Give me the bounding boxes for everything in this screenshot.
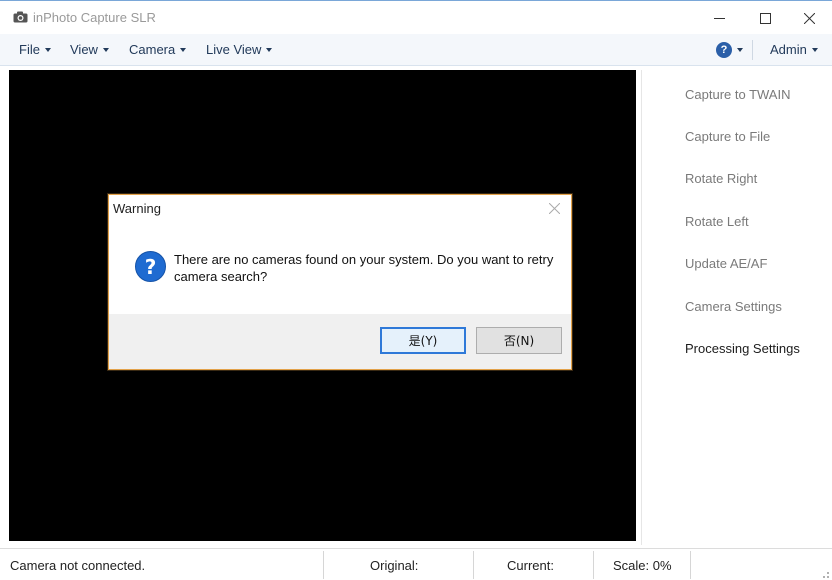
menu-admin-label: Admin (770, 42, 807, 57)
rotate-left-link[interactable]: Rotate Left (685, 214, 749, 229)
no-button[interactable]: 否(N) (476, 327, 562, 354)
chevron-down-icon (180, 47, 187, 52)
menu-camera-label: Camera (129, 42, 176, 57)
menu-view-label: View (70, 42, 98, 57)
title-bar: inPhoto Capture SLR (0, 0, 832, 34)
capture-to-twain-link[interactable]: Capture to TWAIN (685, 87, 790, 102)
chevron-down-icon (44, 47, 51, 52)
status-current: Current: (507, 557, 554, 573)
close-button[interactable] (786, 1, 832, 35)
camera-icon (13, 11, 28, 23)
menu-admin[interactable]: Admin (770, 42, 818, 57)
menu-live-view[interactable]: Live View (206, 42, 273, 57)
menu-live-view-label: Live View (206, 42, 262, 57)
menu-file-label: File (19, 42, 40, 57)
chevron-down-icon (811, 47, 818, 52)
dialog-title: Warning (113, 201, 161, 216)
close-icon (803, 12, 815, 24)
panel-divider (641, 70, 642, 545)
menu-divider (752, 40, 753, 60)
status-original: Original: (370, 557, 419, 573)
status-divider (593, 551, 594, 579)
status-divider (690, 551, 691, 579)
camera-settings-link[interactable]: Camera Settings (685, 299, 782, 314)
status-connection: Camera not connected. (10, 557, 146, 573)
rotate-right-link[interactable]: Rotate Right (685, 171, 757, 186)
chevron-down-icon (266, 47, 273, 52)
chevron-down-icon (102, 47, 109, 52)
warning-dialog: Warning ? There are no cameras found on … (108, 194, 572, 370)
update-ae-af-link[interactable]: Update AE/AF (685, 256, 767, 271)
window-title: inPhoto Capture SLR (33, 10, 156, 25)
yes-button[interactable]: 是(Y) (380, 327, 466, 354)
resize-grip-icon[interactable] (818, 567, 830, 579)
question-icon: ? (135, 251, 166, 282)
menu-camera[interactable]: Camera (129, 42, 187, 57)
question-circle-icon: ? (716, 42, 732, 58)
status-bar: Camera not connected. Original: Current:… (0, 548, 832, 580)
maximize-icon (759, 12, 771, 24)
dialog-message: There are no cameras found on your syste… (174, 252, 554, 284)
menu-file[interactable]: File (19, 42, 51, 57)
chevron-down-icon (737, 48, 743, 52)
close-icon (548, 202, 560, 214)
status-divider (323, 551, 324, 579)
status-scale: Scale: 0% (613, 557, 672, 573)
minimize-icon (713, 17, 725, 19)
dialog-close-button[interactable] (545, 199, 563, 217)
maximize-button[interactable] (742, 1, 788, 35)
capture-to-file-link[interactable]: Capture to File (685, 129, 770, 144)
menu-view[interactable]: View (70, 42, 109, 57)
status-divider (473, 551, 474, 579)
menu-bar: File View Camera Live View ? Admin (0, 34, 832, 66)
processing-settings-link[interactable]: Processing Settings (685, 341, 800, 356)
help-menu[interactable]: ? (716, 42, 743, 58)
dialog-footer: 是(Y) 否(N) (109, 314, 571, 369)
minimize-button[interactable] (696, 1, 742, 35)
